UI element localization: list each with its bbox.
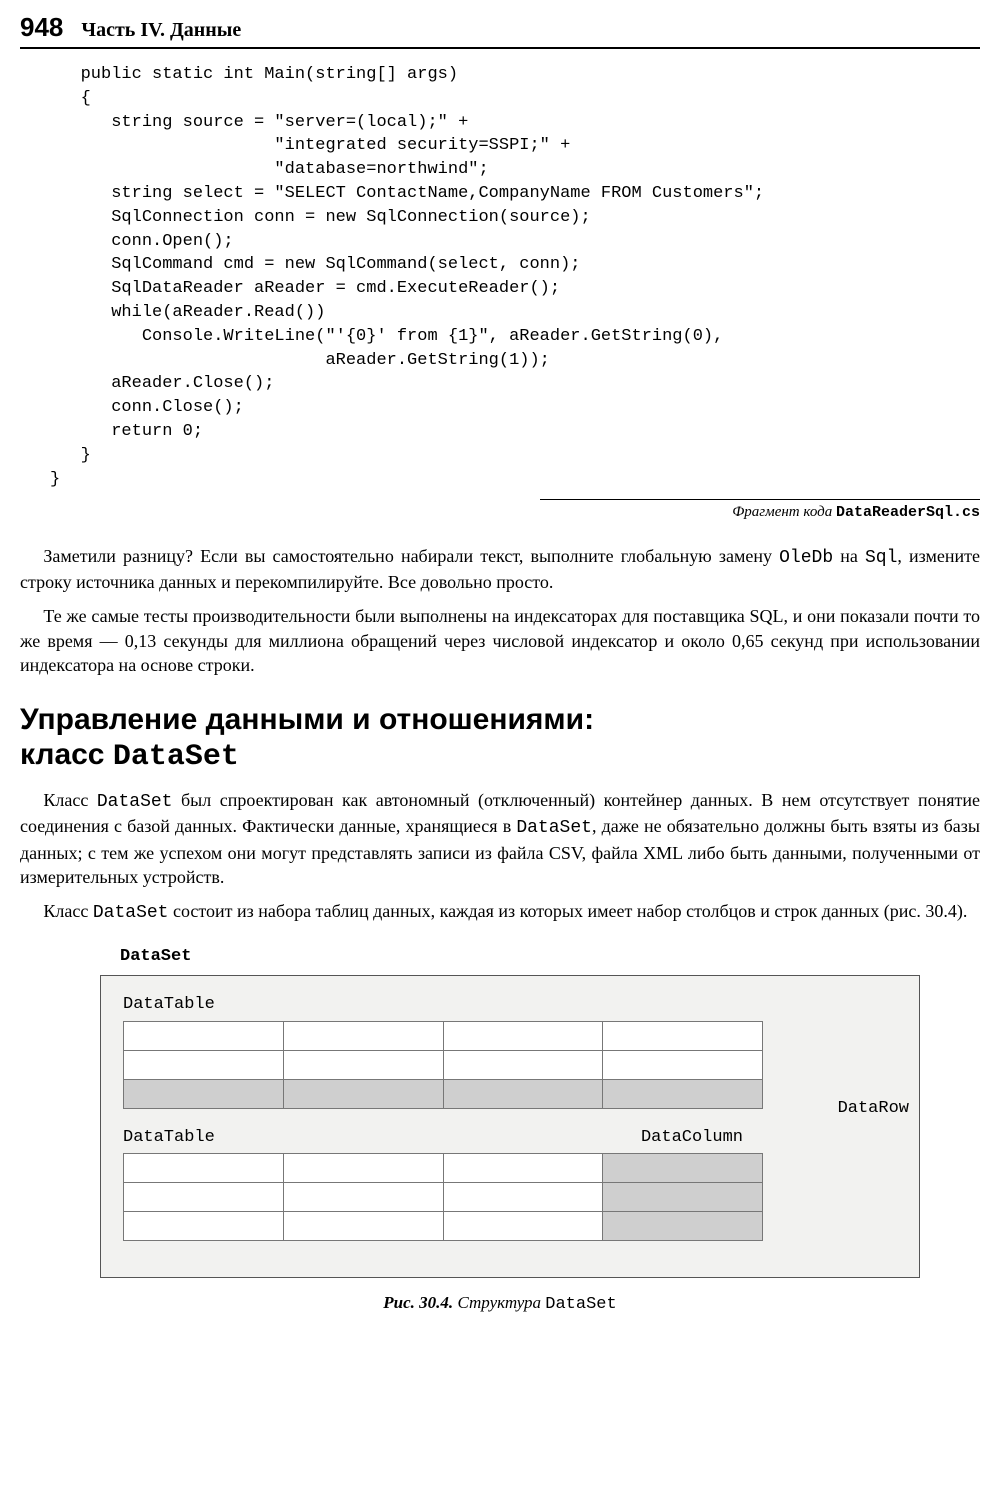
paragraph-3: Класс DataSet был спроектирован как авто… <box>20 788 980 889</box>
section-heading: Управление данными и отношениями: класс … <box>20 703 980 774</box>
page-header: 948 Часть IV. Данные <box>20 10 980 49</box>
datatable-label-2: DataTable <box>123 1127 215 1150</box>
page-number: 948 <box>20 10 63 45</box>
dataset-label: DataSet <box>120 946 920 969</box>
fragment-prefix: Фрагмент кода <box>732 504 836 520</box>
figure-30-4: DataSet DataTable DataRow DataTable Data… <box>100 946 920 1279</box>
paragraph-2: Те же самые тесты производительности был… <box>20 604 980 677</box>
paragraph-4: Класс DataSet состоит из набора таблиц д… <box>20 899 980 925</box>
datatable-label-1: DataTable <box>123 994 829 1017</box>
datatable-1 <box>123 1021 763 1109</box>
datatable-2 <box>123 1153 763 1241</box>
part-title: Часть IV. Данные <box>81 17 241 44</box>
code-fragment-caption: Фрагмент кода DataReaderSql.cs <box>540 499 980 523</box>
datacolumn-label: DataColumn <box>641 1127 743 1150</box>
datarow-label: DataRow <box>838 1098 909 1121</box>
paragraph-1: Заметили разницу? Если вы самостоятельно… <box>20 544 980 595</box>
code-block: public static int Main(string[] args) { … <box>50 63 980 491</box>
dataset-box: DataTable DataRow DataTable DataColumn <box>100 975 920 1279</box>
fragment-filename: DataReaderSql.cs <box>836 504 980 521</box>
figure-caption: Рис. 30.4. Структура DataSet <box>20 1292 980 1317</box>
